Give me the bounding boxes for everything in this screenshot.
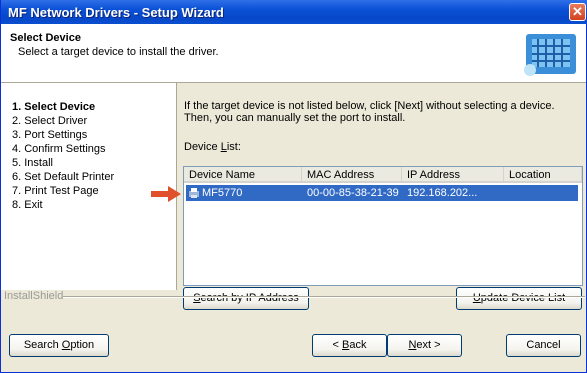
installshield-label: InstallShield [4,290,64,302]
computer-network-icon [524,34,576,76]
arrow-right-icon [151,186,181,202]
setup-wizard-window: MF Network Drivers - Setup Wizard ✕ Sele… [0,0,587,373]
printer-icon [189,188,199,198]
column-header-mac-address[interactable]: MAC Address [302,167,402,183]
column-header-device-name[interactable]: Device Name [184,167,302,183]
table-row[interactable]: MF5770 00-00-85-38-21-39 192.168.202... [186,185,578,201]
device-list[interactable]: Device Name MAC Address IP Address Locat… [183,166,583,286]
back-button[interactable]: < Back [312,334,387,357]
step-port-settings: 3. Port Settings [12,129,88,141]
window-title: MF Network Drivers - Setup Wizard [8,5,224,20]
device-name-cell: MF5770 [202,187,243,199]
instruction-text: If the target device is not listed below… [184,100,555,124]
step-confirm-settings: 4. Confirm Settings [12,143,106,155]
next-button[interactable]: Next > [387,334,462,357]
device-list-label: Device List: [184,141,241,153]
step-select-driver: 2. Select Driver [12,115,88,127]
page-subtitle: Select a target device to install the dr… [18,46,219,58]
mac-address-cell: 00-00-85-38-21-39 [307,187,399,199]
close-icon: ✕ [572,4,583,19]
cancel-button[interactable]: Cancel [506,334,581,357]
title-bar[interactable]: MF Network Drivers - Setup Wizard ✕ [1,0,587,24]
column-header-ip-address[interactable]: IP Address [402,167,504,183]
column-header-location[interactable]: Location [504,167,582,183]
device-list-header: Device Name MAC Address IP Address Locat… [184,167,582,184]
step-install: 5. Install [12,157,53,169]
wizard-header: Select Device Select a target device to … [1,24,586,83]
step-print-test-page: 7. Print Test Page [12,185,99,197]
step-exit: 8. Exit [12,199,43,211]
step-set-default-printer: 6. Set Default Printer [12,171,115,183]
installshield-footer: InstallShield [1,290,586,304]
ip-address-cell: 192.168.202... [407,187,478,199]
search-option-button[interactable]: Search Option [9,334,109,357]
main-content: If the target device is not listed below… [177,83,586,310]
step-select-device: 1. Select Device [12,101,96,113]
page-title: Select Device [10,32,81,44]
close-button[interactable]: ✕ [569,3,586,21]
